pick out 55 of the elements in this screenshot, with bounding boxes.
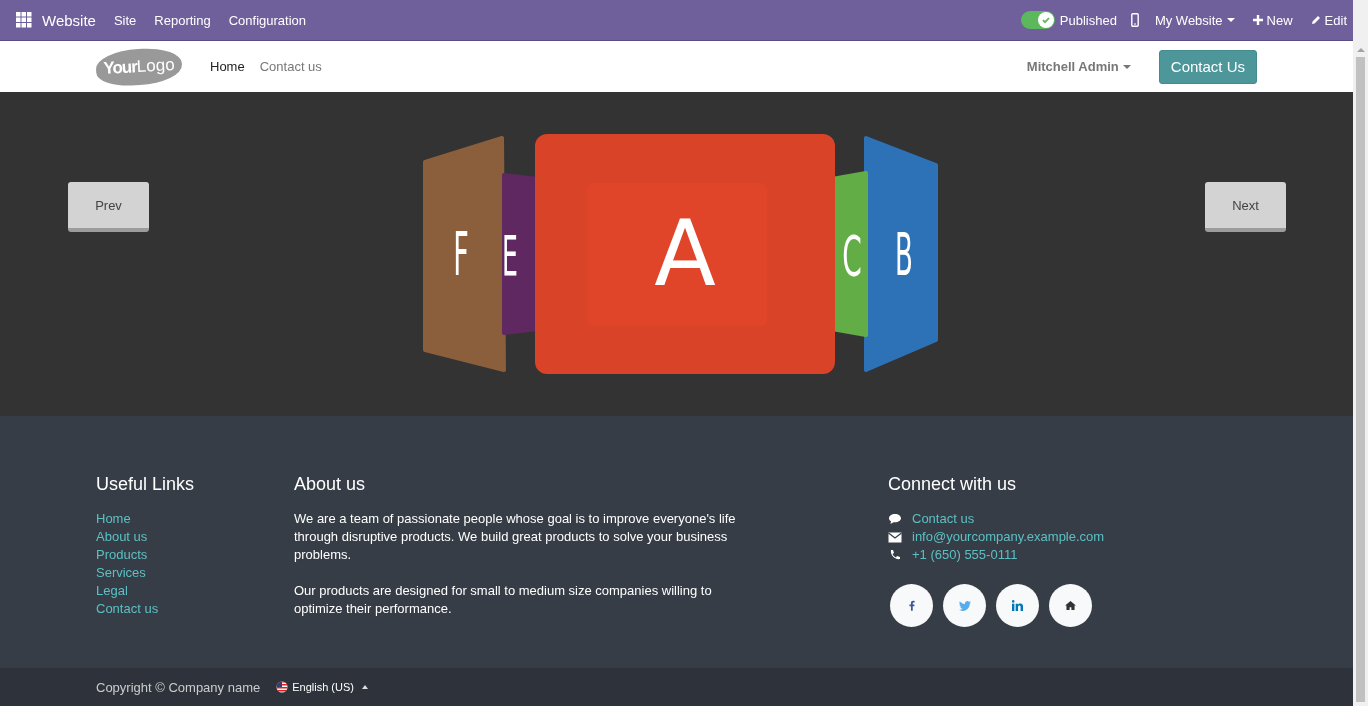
home-icon	[1065, 601, 1076, 610]
plus-icon	[1252, 15, 1263, 25]
footer-heading: Useful Links	[96, 474, 196, 495]
linkedin-icon	[1012, 600, 1023, 611]
footer-heading: Connect with us	[888, 474, 1018, 495]
footer-link[interactable]: Contact us	[96, 600, 294, 618]
nav-link[interactable]: Home	[210, 59, 245, 74]
mobile-preview-icon[interactable]	[1130, 13, 1139, 27]
user-menu[interactable]: Mitchell Admin	[1026, 59, 1131, 74]
slide-letter: F	[453, 219, 469, 290]
about-paragraph: We are a team of passionate people whose goal is to improve everyone's life through disruptive products. We build great products to solve your business problems.	[294, 510, 737, 564]
check-icon	[1040, 15, 1051, 25]
twitter-button[interactable]	[943, 584, 986, 627]
copyright-text: Copyright © Company name	[96, 679, 261, 695]
facebook-button[interactable]	[890, 584, 933, 627]
chat-bubble-icon	[888, 513, 902, 525]
contact-link[interactable]: Contact us	[912, 510, 975, 528]
slide-letter: E	[502, 223, 518, 288]
linkedin-button[interactable]	[996, 584, 1039, 627]
menu-item[interactable]: Reporting	[154, 12, 211, 28]
flag-icon	[276, 681, 289, 693]
app-name[interactable]: Website	[42, 11, 96, 29]
about-paragraph: Our products are designed for small to medium size companies willing to optimize their performance.	[294, 582, 713, 618]
facebook-icon	[908, 600, 915, 611]
language-selector[interactable]: English (US)	[276, 681, 368, 693]
scrollbar[interactable]	[1353, 0, 1368, 706]
nav-link[interactable]: Contact us	[259, 59, 322, 74]
twitter-bird-icon	[958, 600, 971, 611]
envelope-icon	[888, 531, 902, 543]
footer-link[interactable]: Home	[96, 510, 294, 528]
contact-link[interactable]: +1 (650) 555-0111	[912, 546, 1018, 564]
company-logo[interactable]: YourLogo	[95, 46, 183, 87]
contact-link[interactable]: info@yourcompany.example.com	[912, 528, 1105, 546]
pencil-icon	[1310, 15, 1321, 25]
footer-heading: About us	[294, 474, 367, 495]
home-button[interactable]	[1049, 584, 1092, 627]
menu-item[interactable]: Site	[113, 12, 137, 28]
prev-button[interactable]: Prev	[68, 182, 149, 232]
phone-icon	[888, 549, 902, 561]
footer-link[interactable]: Legal	[96, 582, 294, 600]
next-button[interactable]: Next	[1205, 182, 1286, 232]
contact-us-button[interactable]: Contact Us	[1158, 49, 1257, 84]
slide-letter: B	[895, 220, 913, 290]
footer-link[interactable]: About us	[96, 528, 294, 546]
menu-item[interactable]: Configuration	[228, 12, 307, 28]
slide-letter: A	[654, 201, 716, 306]
footer-link[interactable]: Services	[96, 564, 294, 582]
published-label: Published	[1059, 12, 1117, 28]
slide-letter: C	[842, 223, 862, 288]
website-dropdown[interactable]: My Website	[1154, 12, 1235, 28]
new-button[interactable]: New	[1252, 12, 1293, 28]
apps-grid-icon[interactable]	[16, 12, 32, 28]
published-toggle[interactable]	[1020, 11, 1055, 29]
edit-button[interactable]: Edit	[1310, 12, 1347, 28]
footer-link[interactable]: Products	[96, 546, 294, 564]
